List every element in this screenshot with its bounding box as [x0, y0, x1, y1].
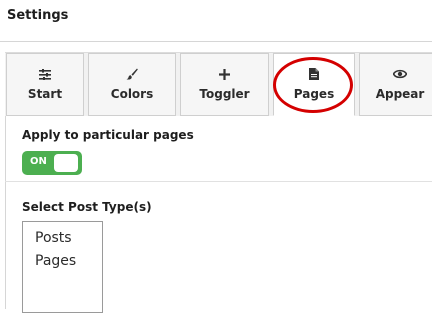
post-type-option-pages[interactable]: Pages	[35, 253, 76, 269]
paintbrush-icon	[89, 68, 175, 80]
apply-pages-toggle[interactable]: ON	[22, 151, 82, 175]
header-divider	[0, 41, 432, 42]
post-type-label: Select Post Type(s)	[22, 200, 152, 214]
section-divider	[5, 181, 432, 182]
tab-start[interactable]: Start	[6, 53, 84, 116]
tab-toggler[interactable]: Toggler	[180, 53, 269, 116]
tab-label: Appear	[375, 87, 425, 101]
sliders-icon	[7, 68, 83, 80]
plus-icon	[181, 68, 268, 80]
tab-pages[interactable]: Pages	[273, 53, 355, 116]
tab-colors[interactable]: Colors	[88, 53, 176, 116]
toggle-knob	[54, 154, 78, 172]
toggle-state-text: ON	[30, 156, 47, 167]
tab-label: Pages	[293, 87, 335, 101]
apply-to-pages-label: Apply to particular pages	[22, 128, 194, 142]
post-type-option-posts[interactable]: Posts	[35, 230, 72, 246]
document-icon	[274, 68, 354, 80]
tab-label: Toggler	[199, 87, 250, 101]
page-title: Settings	[7, 8, 69, 23]
tab-label: Start	[27, 87, 63, 101]
eye-icon	[360, 68, 432, 80]
tab-appear[interactable]: Appear	[359, 53, 432, 116]
post-type-select[interactable]: Posts Pages	[22, 221, 103, 313]
tab-label: Colors	[110, 87, 154, 101]
